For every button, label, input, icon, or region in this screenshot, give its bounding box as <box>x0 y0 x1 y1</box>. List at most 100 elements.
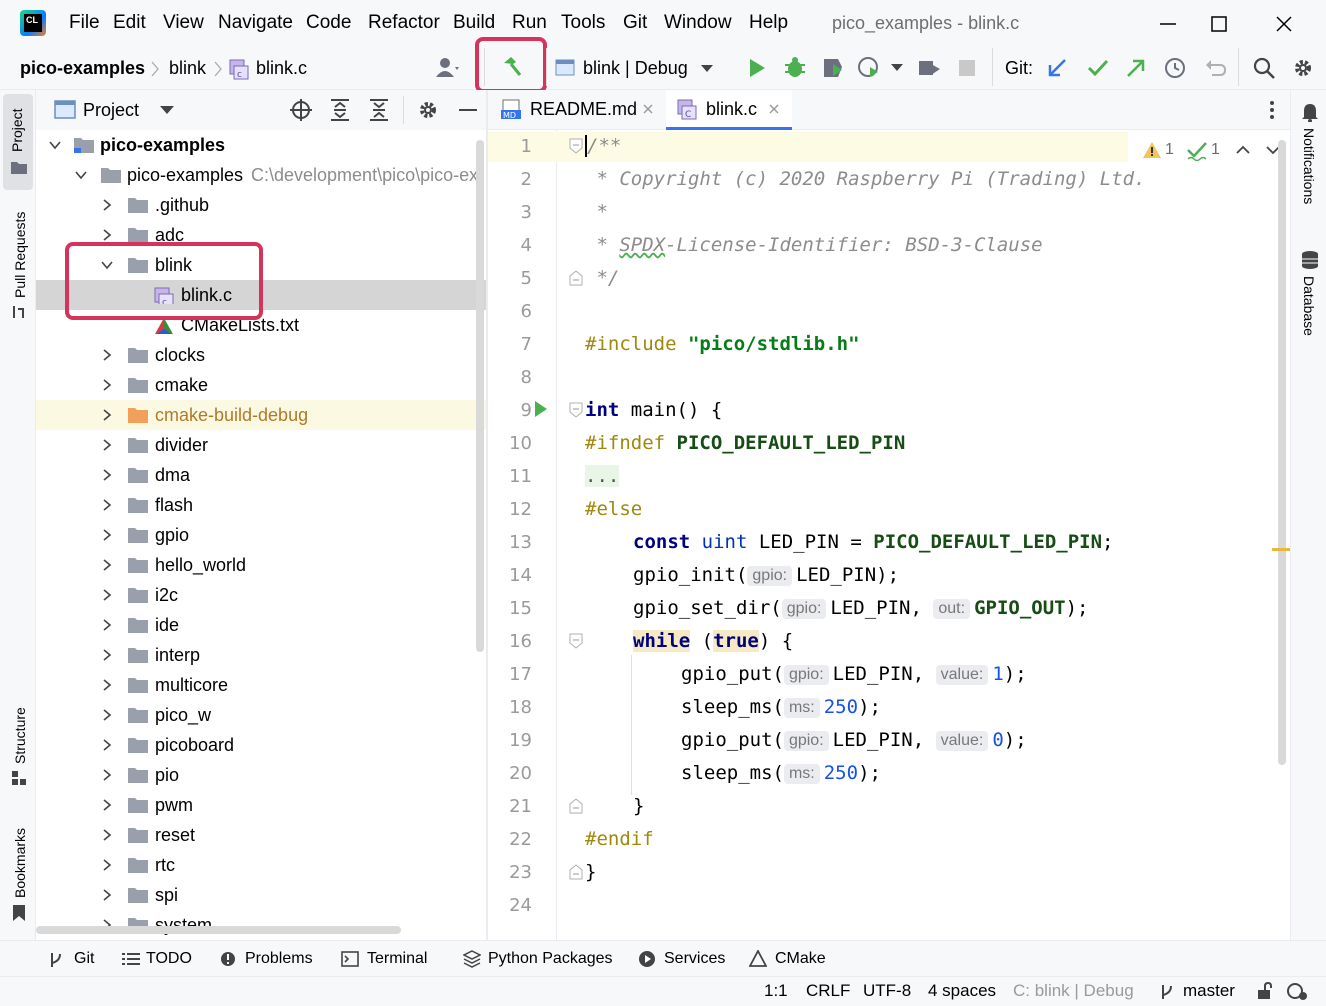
user-icon[interactable] <box>434 55 460 81</box>
tree-item[interactable]: system <box>36 910 486 940</box>
history-icon[interactable] <box>1162 55 1188 81</box>
more-options-icon[interactable] <box>1268 100 1276 120</box>
git-tool-button[interactable]: Git <box>48 941 108 977</box>
minimize-button[interactable] <box>1156 12 1180 36</box>
project-panel-title[interactable]: Project <box>83 100 139 121</box>
gear-icon[interactable] <box>1290 55 1316 81</box>
stop-icon[interactable] <box>954 55 980 81</box>
breadcrumb-file[interactable]: blink.c <box>256 58 307 79</box>
tree-item[interactable]: pwm <box>36 790 486 820</box>
tree-vertical-scrollbar[interactable] <box>476 140 484 652</box>
tab-readme[interactable]: MD README.md <box>488 90 660 130</box>
tree-item[interactable]: .github <box>36 190 486 220</box>
debug-icon[interactable] <box>782 55 808 81</box>
run-icon[interactable] <box>744 55 770 81</box>
close-icon[interactable] <box>768 103 780 115</box>
tree-item[interactable]: i2c <box>36 580 486 610</box>
line-separator[interactable]: CRLF <box>806 981 850 1001</box>
chevron-right-icon <box>103 739 112 751</box>
tree-item[interactable]: divider <box>36 430 486 460</box>
tree-item[interactable]: pio <box>36 760 486 790</box>
tree-item[interactable]: flash <box>36 490 486 520</box>
git-push-icon[interactable] <box>1123 55 1149 81</box>
locate-icon[interactable] <box>289 98 313 122</box>
tree-item[interactable]: clocks <box>36 340 486 370</box>
profile-icon[interactable] <box>856 55 882 81</box>
menu-navigate[interactable]: Navigate <box>218 12 293 34</box>
editor-vertical-scrollbar[interactable] <box>1278 140 1286 765</box>
code-editor[interactable]: 1 2 3 4 5 6 7 8 9 10 11 12 13 14 15 16 17 18 19 20 21 22 23 24 … <box>488 130 1290 940</box>
structure-stripe-button[interactable]: Structure <box>12 707 28 764</box>
tab-blink-c[interactable]: C blink.c <box>666 90 792 130</box>
tree-item[interactable]: cmake-build-debug <box>36 400 486 430</box>
menu-edit[interactable]: Edit <box>113 12 146 34</box>
file-encoding[interactable]: UTF-8 <box>863 981 911 1001</box>
search-icon[interactable] <box>1251 55 1277 81</box>
menu-file[interactable]: File <box>69 12 100 34</box>
tree-item[interactable]: multicore <box>36 670 486 700</box>
git-label: Git: <box>1005 58 1034 78</box>
problems-tool-button[interactable]: Problems <box>220 941 330 977</box>
expand-all-icon[interactable] <box>328 98 352 122</box>
caret-position[interactable]: 1:1 <box>764 981 788 1001</box>
menu-code[interactable]: Code <box>306 12 351 34</box>
warning-marker[interactable] <box>1272 548 1290 551</box>
tree-horizontal-scrollbar[interactable] <box>36 926 401 934</box>
tree-item[interactable]: rtc <box>36 850 486 880</box>
database-stripe-button[interactable]: Database <box>1301 276 1317 336</box>
tree-root[interactable]: pico-examples <box>36 130 486 160</box>
folder-icon <box>128 348 148 363</box>
run-config-selector[interactable]: blink | Debug <box>553 51 725 85</box>
tree-item[interactable]: dma <box>36 460 486 490</box>
coverage-icon[interactable] <box>820 55 846 81</box>
close-button[interactable] <box>1272 12 1296 36</box>
menu-view[interactable]: View <box>163 12 204 34</box>
project-folder-icon <box>74 138 94 153</box>
menu-tools[interactable]: Tools <box>561 12 605 34</box>
tree-item[interactable]: gpio <box>36 520 486 550</box>
rollback-icon[interactable] <box>1202 55 1228 81</box>
resolve-context[interactable]: C: blink | Debug <box>1013 981 1134 1001</box>
menu-refactor[interactable]: Refactor <box>368 12 440 34</box>
python-packages-tool-button[interactable]: Python Packages <box>463 941 623 977</box>
maximize-button[interactable] <box>1207 12 1231 36</box>
menu-git[interactable]: Git <box>623 12 647 34</box>
cmake-tool-button[interactable]: CMake <box>749 941 839 977</box>
pull-requests-stripe-button[interactable]: Pull Requests <box>12 212 28 298</box>
tree-item[interactable]: spi <box>36 880 486 910</box>
services-tool-button[interactable]: Services <box>638 941 738 977</box>
tree-item[interactable]: reset <box>36 820 486 850</box>
attach-icon[interactable] <box>916 55 942 81</box>
git-update-icon[interactable] <box>1045 55 1071 81</box>
indent-setting[interactable]: 4 spaces <box>928 981 996 1001</box>
menu-window[interactable]: Window <box>664 12 732 34</box>
tree-item[interactable]: picoboard <box>36 730 486 760</box>
hide-panel-icon[interactable] <box>456 98 480 122</box>
git-commit-icon[interactable] <box>1085 55 1111 81</box>
tree-item[interactable]: interp <box>36 640 486 670</box>
breadcrumb-folder[interactable]: blink <box>169 58 206 79</box>
chevron-down-icon[interactable] <box>891 64 903 72</box>
terminal-tool-button[interactable]: Terminal <box>341 941 451 977</box>
bookmarks-stripe-button[interactable]: Bookmarks <box>12 828 28 898</box>
todo-tool-button[interactable]: TODO <box>122 941 202 977</box>
notifications-stripe-button[interactable]: Notifications <box>1301 128 1317 204</box>
tree-item[interactable]: cmake <box>36 370 486 400</box>
tree-module[interactable]: pico-examples C:\development\pico\pico-e… <box>36 160 486 190</box>
menu-help[interactable]: Help <box>749 12 788 34</box>
chevron-down-icon[interactable] <box>160 106 174 115</box>
tree-item[interactable]: pico_w <box>36 700 486 730</box>
menu-run[interactable]: Run <box>512 12 547 34</box>
git-branch[interactable]: master <box>1183 981 1235 1001</box>
tree-item[interactable]: hello_world <box>36 550 486 580</box>
close-icon[interactable] <box>642 103 654 115</box>
menu-build[interactable]: Build <box>453 12 495 34</box>
folded-region[interactable]: ... <box>585 465 620 487</box>
memory-indicator-icon[interactable] <box>1286 981 1310 1003</box>
project-stripe-button[interactable]: Project <box>3 94 33 190</box>
unlock-icon[interactable] <box>1256 982 1274 1000</box>
breadcrumb-project[interactable]: pico-examples <box>20 58 145 79</box>
tree-item[interactable]: ide <box>36 610 486 640</box>
collapse-all-icon[interactable] <box>367 98 391 122</box>
gear-icon[interactable] <box>416 98 440 122</box>
